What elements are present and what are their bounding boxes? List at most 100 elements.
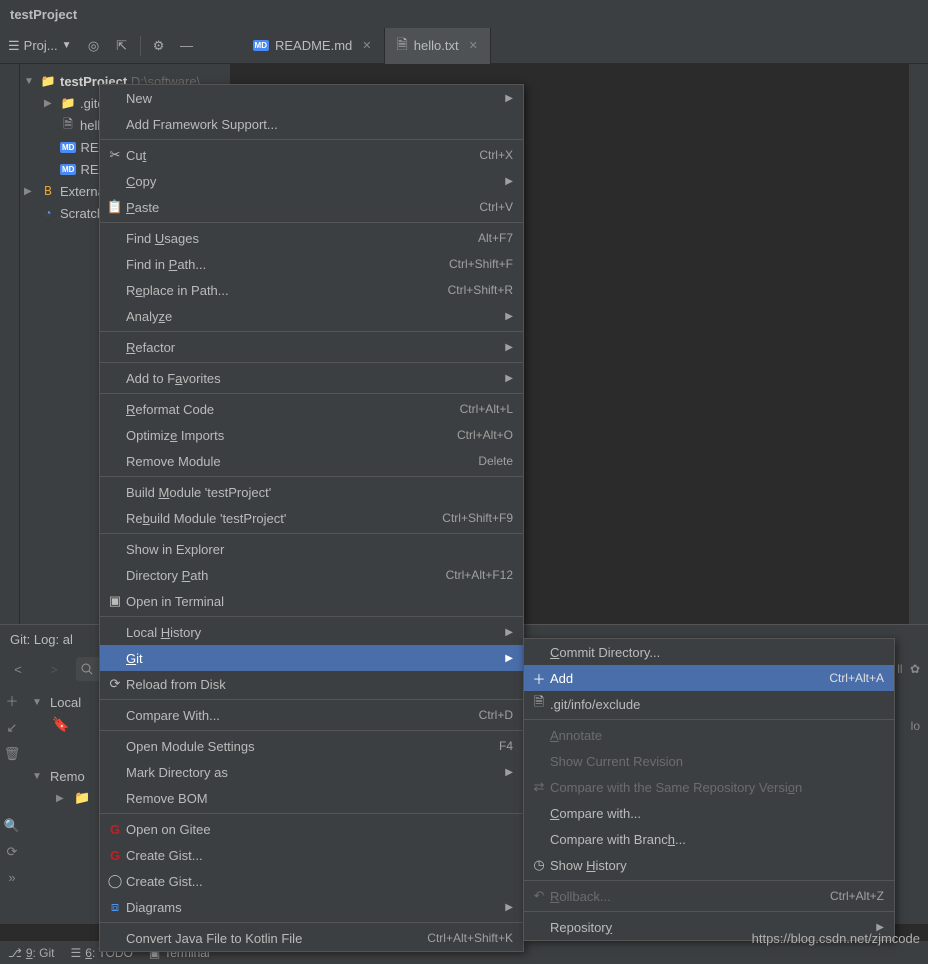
menu-label: Add to Favorites [126,371,501,386]
git-tag[interactable]: 🔖 [32,713,90,735]
menu-item[interactable]: Refactor▶ [100,334,523,360]
menu-label: Compare with the Same Repository Version [550,780,884,795]
git-remote-item[interactable]: ▶ 📁 [32,787,90,809]
menu-label: Directory Path [126,568,446,583]
menu-item[interactable]: ⧈Diagrams▶ [100,894,523,920]
gear-icon[interactable]: ⚙ [145,32,173,60]
menu-shortcut: Ctrl+Shift+R [448,283,513,297]
scratch-icon: ◔ [40,206,56,220]
menu-item[interactable]: Local History▶ [100,619,523,645]
menu-item[interactable]: 🗎.git/info/exclude [524,691,894,717]
folder-icon: 📁 [40,74,56,88]
collapse-icon[interactable]: ⇱ [108,32,136,60]
menu-item[interactable]: ▣Open in Terminal [100,588,523,614]
menu-item: Show Current Revision [524,748,894,774]
menu-label: Diagrams [126,900,501,915]
menu-shortcut: Ctrl+Alt+O [457,428,513,442]
menu-item[interactable]: Show in Explorer [100,536,523,562]
titlebar: testProject [0,0,928,28]
menu-item[interactable]: Open Module SettingsF4 [100,733,523,759]
tab-hello[interactable]: 🗎 hello.txt ✕ [385,28,491,64]
menu-item[interactable]: Convert Java File to Kotlin FileCtrl+Alt… [100,925,523,951]
menu-item[interactable]: New▶ [100,85,523,111]
plus-icon[interactable]: ＋ [5,691,18,710]
gitee-icon: G [104,822,126,837]
menu-item[interactable]: Git▶ [100,645,523,671]
toolbar: ☰ Proj... ▼ ◎ ⇱ ⚙ — MD README.md ✕ 🗎 hel… [0,28,928,64]
menu-item[interactable]: ⟳Reload from Disk [100,671,523,697]
delete-icon[interactable]: 🗑 [4,746,21,762]
target-icon[interactable]: ◎ [80,32,108,60]
git-submenu[interactable]: Commit Directory... ＋AddCtrl+Alt+A🗎.git/i… [523,638,895,941]
menu-item[interactable]: Compare With...Ctrl+D [100,702,523,728]
menu-label: Create Gist... [126,848,513,863]
menu-label: Paste [126,200,479,215]
menu-item[interactable]: Compare with Branch... [524,826,894,852]
menu-item[interactable]: Compare with... [524,800,894,826]
menu-item[interactable]: Build Module 'testProject' [100,479,523,505]
menu-item[interactable]: Remove ModuleDelete [100,448,523,474]
chevron-down-icon[interactable]: ▼ [32,771,44,782]
menu-item[interactable]: Replace in Path...Ctrl+Shift+R [100,277,523,303]
menu-label: Rebuild Module 'testProject' [126,511,442,526]
menu-item[interactable]: Add Framework Support... [100,111,523,137]
close-icon[interactable]: ✕ [362,39,371,52]
refresh-icon[interactable]: ⟳ [7,844,18,860]
menu-item[interactable]: 📋PasteCtrl+V [100,194,523,220]
search-icon[interactable]: 🔍 [4,818,20,834]
menu-label: Git [126,651,501,666]
menu-label: Remove BOM [126,791,513,806]
close-icon[interactable]: ✕ [469,39,478,52]
minimize-icon[interactable]: — [173,32,201,60]
statusbar-git[interactable]: ⎇ 9: Git [8,946,55,960]
menu-item[interactable]: Remove BOM [100,785,523,811]
menu-item[interactable]: ✂CutCtrl+X [100,142,523,168]
git-branches[interactable]: ▼ Local 🔖 ▼ Remo ▶ 📁 [24,685,90,885]
forward-icon[interactable]: > [40,655,68,683]
menu-item[interactable]: Add to Favorites▶ [100,365,523,391]
menu-label: Compare with Branch... [550,832,884,847]
menu-item[interactable]: Find UsagesAlt+F7 [100,225,523,251]
menu-item[interactable]: Reformat CodeCtrl+Alt+L [100,396,523,422]
menu-item[interactable]: GCreate Gist... [100,842,523,868]
chevron-right-icon[interactable]: ▶ [24,186,36,197]
menu-item[interactable]: Rebuild Module 'testProject'Ctrl+Shift+F… [100,505,523,531]
chevron-down-icon[interactable]: ▼ [32,697,44,708]
context-menu[interactable]: New▶Add Framework Support...✂CutCtrl+XCo… [99,84,524,952]
chevron-down-icon[interactable]: ▼ [24,76,36,87]
menu-item[interactable]: ◷Show History [524,852,894,878]
project-dropdown[interactable]: ☰ Proj... ▼ [0,38,80,54]
more-icon[interactable]: » [8,870,15,885]
menu-item[interactable]: Optimize ImportsCtrl+Alt+O [100,422,523,448]
git-branch-icon: ⎇ [8,946,22,960]
menu-item[interactable]: Copy▶ [100,168,523,194]
menu-item[interactable]: Mark Directory as▶ [100,759,523,785]
menu-item[interactable]: Commit Directory... [524,639,894,665]
submenu-arrow-icon: ▶ [501,902,513,913]
menu-label: Commit Directory... [550,645,884,660]
menu-item[interactable]: ◯Create Gist... [100,868,523,894]
git-local[interactable]: ▼ Local [32,691,90,713]
settings-icon[interactable]: ✿ [907,662,920,676]
checkout-icon[interactable]: ↙ [7,720,18,736]
menu-label: Find Usages [126,231,478,246]
git-remote[interactable]: ▼ Remo [32,765,90,787]
menu-label: Create Gist... [126,874,513,889]
menu-shortcut: Delete [478,454,513,468]
menu-item[interactable]: GOpen on Gitee [100,816,523,842]
menu-item[interactable]: Directory PathCtrl+Alt+F12 [100,562,523,588]
menu-label: Optimize Imports [126,428,457,443]
menu-shortcut: Ctrl+X [479,148,513,162]
back-icon[interactable]: < [4,655,32,683]
menu-label: Open in Terminal [126,594,513,609]
chevron-right-icon[interactable]: ▶ [44,98,56,109]
file-icon: 🗎 [397,34,408,58]
chevron-right-icon[interactable]: ▶ [56,793,68,804]
menu-item[interactable]: Find in Path...Ctrl+Shift+F [100,251,523,277]
tag-icon: 🔖 [52,716,69,733]
tab-readme[interactable]: MD README.md ✕ [241,28,385,64]
menu-item[interactable]: ＋AddCtrl+Alt+A [524,665,894,691]
dropdown-icon: ▼ [62,40,72,51]
menu-item[interactable]: Analyze▶ [100,303,523,329]
menu-label: Mark Directory as [126,765,501,780]
